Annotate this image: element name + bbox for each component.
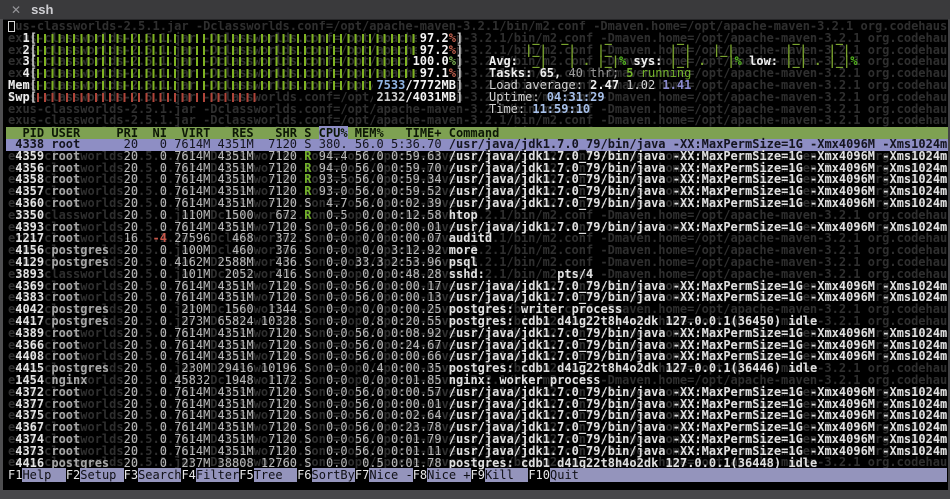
fkey-F6[interactable]: F6 bbox=[297, 468, 311, 482]
fkey-F1[interactable]: F1 bbox=[8, 468, 22, 482]
process-table-rows: 4338 root 20 0 7614M 4351M 7120 S 380. 5… bbox=[6, 139, 950, 469]
terminal-window: ✕ ssh us-classworlds-2.5.1.jar -Dclasswo… bbox=[0, 0, 950, 499]
fkey-F4[interactable]: F4 bbox=[181, 468, 195, 482]
fkey-label-SortBy[interactable]: SortBy bbox=[312, 468, 355, 482]
fkey-label-Tree[interactable]: Tree bbox=[254, 468, 297, 482]
cpu1-meter-bar: 97.2% bbox=[37, 33, 456, 45]
fkey-F10[interactable]: F10 bbox=[528, 468, 550, 482]
fkey-F2[interactable]: F2 bbox=[66, 468, 80, 482]
title-bar[interactable]: ✕ ssh bbox=[0, 0, 950, 20]
swap-meter-bar: 2132/4031MB bbox=[37, 92, 456, 104]
swap-meter: Swp[2132/4031MB] bbox=[8, 92, 463, 104]
cpu3-meter-bar: 100.0% bbox=[37, 56, 456, 68]
fkey-F8[interactable]: F8 bbox=[413, 468, 427, 482]
cpu2-meter: 2[97.2%] bbox=[8, 45, 463, 57]
fkey-label-Filter[interactable]: Filter bbox=[196, 468, 239, 482]
cpu2-meter-bar: 97.2% bbox=[37, 45, 456, 57]
time-line: Time: 11:59:10 bbox=[489, 104, 590, 116]
fkey-F3[interactable]: F3 bbox=[124, 468, 138, 482]
fkey-label-Setup[interactable]: Setup bbox=[80, 468, 123, 482]
fkey-F7[interactable]: F7 bbox=[355, 468, 369, 482]
close-icon[interactable]: ✕ bbox=[11, 4, 21, 16]
fkey-label-Kill[interactable]: Kill bbox=[485, 468, 528, 482]
fkey-F5[interactable]: F5 bbox=[239, 468, 253, 482]
fkey-label-Quit[interactable]: Quit bbox=[550, 468, 947, 482]
function-key-bar: F1Help F2Setup F3SearchF4FilterF5Tree F6… bbox=[6, 469, 950, 481]
window-title: ssh bbox=[31, 2, 53, 17]
fkey-F9[interactable]: F9 bbox=[471, 468, 485, 482]
window-edge-bottom bbox=[0, 490, 950, 499]
fkey-label-Help[interactable]: Help bbox=[22, 468, 65, 482]
window-edge-left bbox=[0, 19, 3, 491]
fkey-label-Search[interactable]: Search bbox=[138, 468, 181, 482]
fkey-label-Nice--[interactable]: Nice - bbox=[369, 468, 412, 482]
cpu3-meter: 3[100.0%] bbox=[8, 56, 463, 68]
cpu1-meter: 1[97.2%] bbox=[8, 33, 463, 45]
fkey-label-Nice-+[interactable]: Nice + bbox=[427, 468, 470, 482]
